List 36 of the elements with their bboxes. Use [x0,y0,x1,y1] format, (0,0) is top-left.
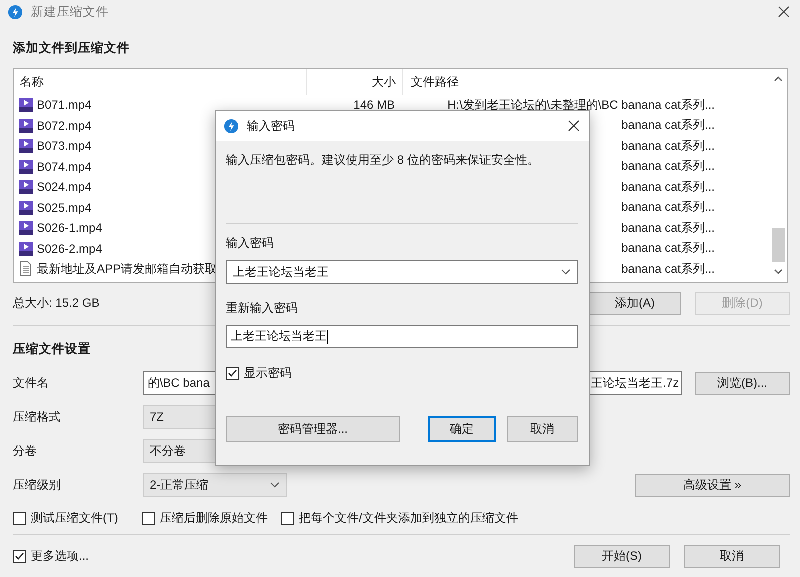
checkbox-label: 更多选项... [31,548,90,564]
checkbox-label: 压缩后删除原始文件 [160,510,268,526]
file-path: banana cat系列... [622,138,715,155]
file-path: banana cat系列... [622,260,715,278]
file-path: banana cat系列... [622,117,715,134]
file-name: S024.mp4 [37,180,92,194]
file-path: banana cat系列... [622,158,715,176]
file-name: B071.mp4 [37,98,92,112]
file-name: B073.mp4 [37,139,92,154]
section-title: 添加文件到压缩文件 [13,40,130,57]
file-name: B074.mp4 [37,160,92,174]
field-label: 重新输入密码 [226,300,299,317]
file-name: S026-1.mp4 [37,221,102,236]
file-path: H:\发到老王论坛的\未整理的\BC banana cat系列... [448,96,715,114]
total-size: 总大小: 15.2 GB [13,294,100,312]
field-label: 分卷 [13,442,38,460]
file-size: 146 MB [354,98,395,112]
file-path: banana cat系列... [622,240,715,258]
file-name: S026-2.mp4 [37,242,102,256]
field-label: 压缩格式 [13,408,62,426]
section-title: 压缩文件设置 [13,341,91,358]
window-title: 新建压缩文件 [31,4,109,20]
file-path: banana cat系列... [622,199,715,216]
field-label: 输入密码 [226,235,275,252]
file-path: banana cat系列... [622,220,715,237]
dialog-title: 输入密码 [247,118,295,134]
file-name: B072.mp4 [37,118,92,133]
file-name: 最新地址及APP请发邮箱自动获取 [37,260,218,278]
hint-text: 输入压缩包密码。建议使用至少 8 位的密码来保证安全性。 [226,152,540,169]
checkbox-label: 测试压缩文件(T) [31,510,118,526]
field-label: 文件名 [13,374,50,392]
file-path: banana cat系列... [622,178,715,196]
checkbox-label: 显示密码 [244,365,292,382]
file-name: S025.mp4 [37,200,92,215]
field-label: 压缩级别 [13,476,62,494]
checkbox-label: 把每个文件/文件夹添加到独立的压缩文件 [299,510,518,526]
